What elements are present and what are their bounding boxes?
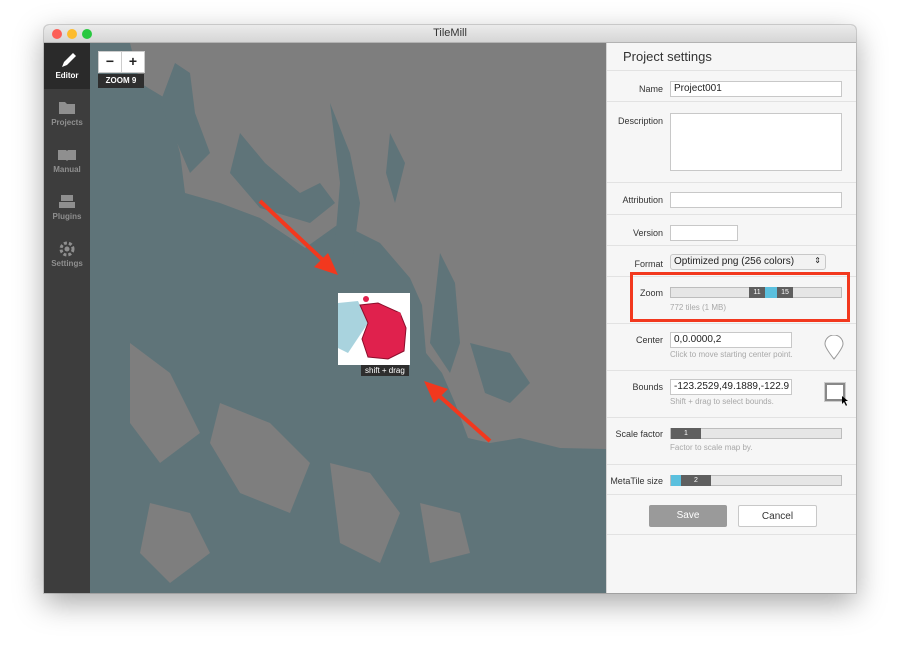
actions-row: Save Cancel [607,494,856,535]
plugin-icon [59,195,75,208]
bounds-label: Bounds [632,382,663,392]
metatile-slider[interactable]: 2 [670,475,842,486]
attribution-row: Attribution [607,182,856,215]
zoom-level-label: ZOOM 9 [98,74,144,88]
title-bar: TileMill [44,25,856,43]
scale-hint: Factor to scale map by. [670,443,753,452]
cancel-button[interactable]: Cancel [738,505,817,527]
name-label: Name [638,84,663,94]
sidebar-item-editor[interactable]: Editor [44,43,90,89]
version-row: Version [607,214,856,246]
description-row: Description [607,101,856,183]
sidebar-item-label: Manual [53,165,81,174]
name-row: Name Project001 [607,70,856,102]
sidebar-item-manual[interactable]: Manual [44,137,90,183]
version-input[interactable] [670,225,738,241]
window-title: TileMill [433,27,467,39]
map-canvas[interactable]: shift + drag − + ZOOM 9 [90,43,606,593]
sidebar-item-label: Projects [51,118,83,127]
metatile-label: MetaTile size [610,476,663,486]
bounds-hint: Shift + drag to select bounds. [670,397,774,406]
metatile-handle[interactable]: 2 [681,475,711,486]
sidebar-item-projects[interactable]: Projects [44,90,90,136]
cursor-icon [842,396,848,406]
close-window-button[interactable] [52,29,62,39]
sidebar-item-label: Editor [55,71,79,80]
description-label: Description [617,116,663,126]
zoom-out-button[interactable]: − [98,51,122,73]
gear-icon [59,241,75,257]
sidebar-item-label: Settings [51,259,83,268]
metatile-row: MetaTile size 2 [607,464,856,495]
center-row: Center 0,0.0000,2 Click to move starting… [607,323,856,371]
version-label: Version [632,228,663,238]
center-label: Center [635,335,663,345]
metatile-fill [671,475,681,486]
format-select-value: Optimized png (256 colors) [674,256,795,267]
annotation-arrows [258,199,492,443]
zoom-highlight-box [630,272,850,322]
scale-handle[interactable]: 1 [671,428,701,439]
bounds-row: Bounds -123.2529,49.1889,-122.9 Shift + … [607,370,856,418]
panel-title: Project settings [623,49,712,64]
attribution-input[interactable] [670,192,842,208]
name-input[interactable]: Project001 [670,81,842,97]
panel-bottom-divider [607,534,856,536]
scale-label: Scale factor [615,429,663,439]
center-hint: Click to move starting center point. [670,350,793,359]
sidebar-item-plugins[interactable]: Plugins [44,184,90,230]
sidebar: Editor Projects Manual Plugins Settings [44,43,90,593]
sidebar-item-label: Plugins [52,212,82,221]
attribution-label: Attribution [622,195,663,205]
book-icon [58,150,76,161]
format-select[interactable]: Optimized png (256 colors) ⇕ [670,254,826,270]
folder-icon [59,102,75,114]
pencil-icon [62,53,76,67]
zoom-in-button[interactable]: + [121,51,145,73]
select-arrows-icon: ⇕ [814,256,821,265]
bounds-input[interactable]: -123.2529,49.1889,-122.9 [670,379,792,395]
description-textarea[interactable] [670,113,842,171]
scale-row: Scale factor 1 Factor to scale map by. [607,417,856,465]
sidebar-item-settings[interactable]: Settings [44,231,90,277]
scale-slider[interactable]: 1 [670,428,842,439]
minimize-window-button[interactable] [67,29,77,39]
save-button[interactable]: Save [649,505,727,527]
map-pin-icon[interactable] [823,335,845,361]
center-input[interactable]: 0,0.0000,2 [670,332,792,348]
format-label: Format [634,259,663,269]
maximize-window-button[interactable] [82,29,92,39]
